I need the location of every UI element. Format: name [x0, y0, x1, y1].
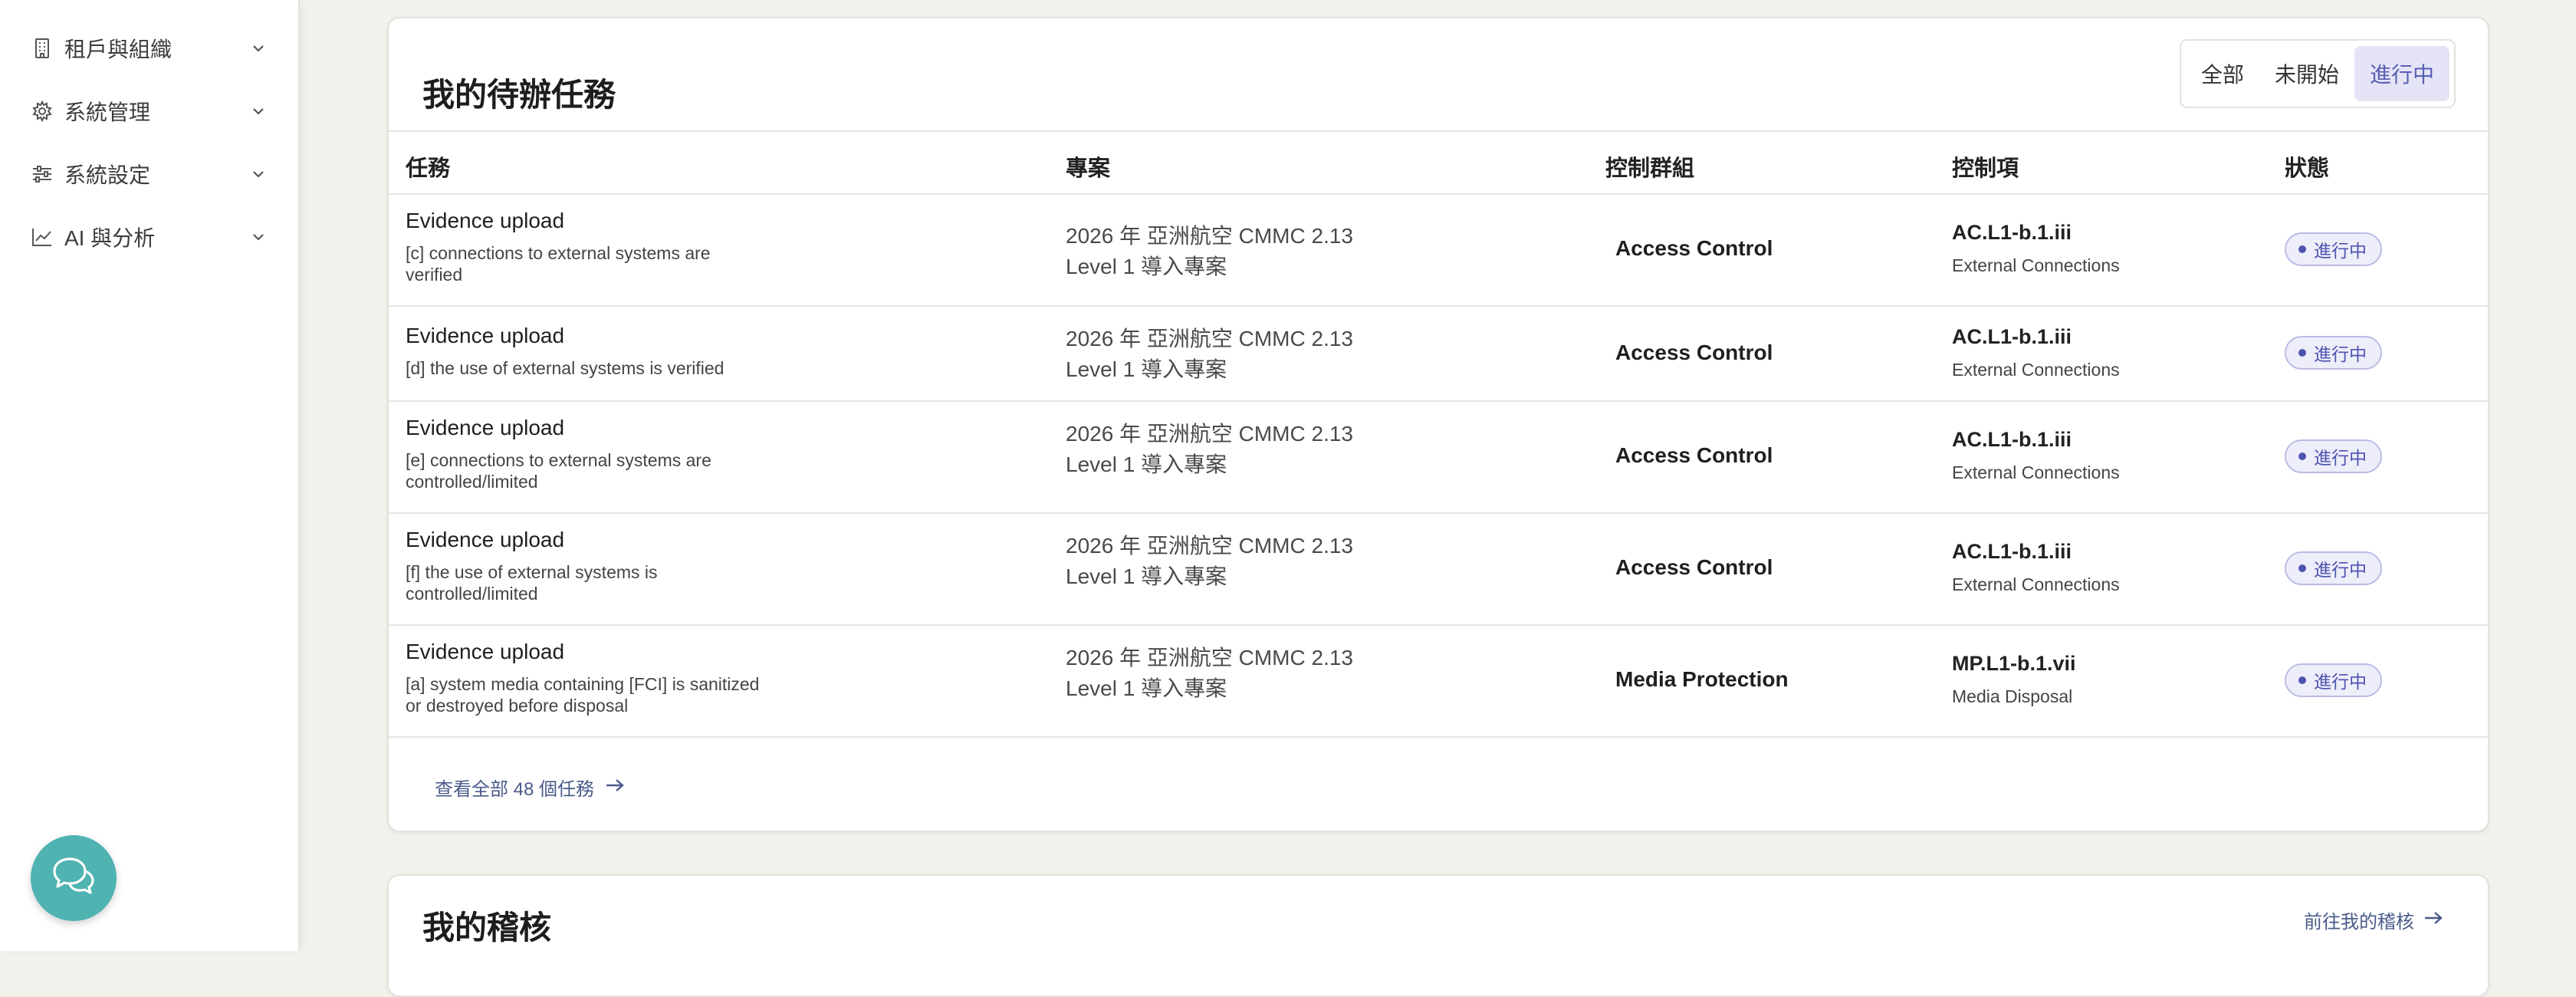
filter-in-progress[interactable]: 進行中: [2354, 46, 2450, 101]
project-name: 2026 年 亞洲航空 CMMC 2.13 Level 1 導入專案: [1066, 646, 1353, 700]
sidebar-item-label: AI 與分析: [64, 226, 156, 250]
sliders-icon: [31, 163, 54, 186]
table-row[interactable]: Evidence upload [a] system media contain…: [389, 626, 2488, 738]
status-badge: 進行中: [2285, 336, 2382, 370]
status-dot: [2298, 245, 2306, 253]
filter-not-started[interactable]: 未開始: [2259, 46, 2354, 101]
status-badge: 進行中: [2285, 232, 2382, 266]
column-header-control[interactable]: 控制項: [1952, 150, 2019, 183]
control-name: External Connections: [1952, 462, 2120, 482]
project-name: 2026 年 亞洲航空 CMMC 2.13 Level 1 導入專案: [1066, 224, 1353, 278]
control-code: AC.L1-b.1.iii: [1952, 325, 2072, 348]
chat-button[interactable]: [31, 835, 117, 921]
project-name: 2026 年 亞洲航空 CMMC 2.13 Level 1 導入專案: [1066, 534, 1353, 588]
task-description: [a] system media containing [FCI] is san…: [406, 674, 760, 716]
tasks-card-title: 我的待辦任務: [422, 77, 616, 113]
task-description: [d] the use of external systems is verif…: [406, 358, 724, 378]
control-code: MP.L1-b.1.vii: [1952, 652, 2076, 675]
control-group: Access Control: [1615, 236, 1773, 260]
arrow-right-icon: [2423, 910, 2443, 931]
table-row[interactable]: Evidence upload [f] the use of external …: [389, 514, 2488, 626]
go-to-audits-label: 前往我的稽核: [2304, 912, 2414, 933]
status-badge: 進行中: [2285, 551, 2382, 585]
go-to-audits-link[interactable]: 前往我的稽核: [2304, 907, 2443, 933]
status-dot: [2298, 452, 2306, 460]
task-title[interactable]: Evidence upload: [406, 640, 789, 664]
task-title[interactable]: Evidence upload: [406, 416, 789, 440]
audits-card: 我的稽核 前往我的稽核: [387, 874, 2489, 997]
sidebar-item-tenants[interactable]: 租戶與組織: [31, 25, 268, 71]
control-code: AC.L1-b.1.iii: [1952, 428, 2072, 451]
task-title[interactable]: Evidence upload: [406, 528, 789, 552]
building-icon: [31, 37, 54, 60]
filter-all[interactable]: 全部: [2186, 46, 2259, 101]
chart-line-icon: [31, 225, 54, 248]
status-dot: [2298, 564, 2306, 572]
task-description: [c] connections to external systems are v…: [406, 243, 711, 285]
control-code: AC.L1-b.1.iii: [1952, 221, 2072, 244]
chevron-down-icon: [248, 101, 268, 121]
sidebar-item-system-admin[interactable]: 系統管理: [31, 88, 268, 134]
sidebar: 租戶與組織 系統管理 系統設定 AI 與分析: [0, 0, 300, 951]
control-name: Media Disposal: [1952, 686, 2073, 706]
column-header-control-group[interactable]: 控制群組: [1605, 150, 1694, 183]
sidebar-item-label: 系統管理: [64, 100, 151, 124]
table-header: 任務 專案 控制群組 控制項 狀態: [389, 130, 2488, 195]
audits-card-title: 我的稽核: [422, 910, 552, 946]
chevron-down-icon: [248, 38, 268, 58]
task-description: [f] the use of external systems is contro…: [406, 562, 658, 604]
sidebar-item-system-settings[interactable]: 系統設定: [31, 151, 268, 197]
control-name: External Connections: [1952, 574, 2120, 594]
sidebar-item-ai-analytics[interactable]: AI 與分析: [31, 214, 268, 260]
chat-bubbles-icon: [51, 856, 96, 901]
task-description: [e] connections to external systems are c…: [406, 450, 711, 492]
table-row[interactable]: Evidence upload [e] connections to exter…: [389, 402, 2488, 514]
status-badge: 進行中: [2285, 439, 2382, 473]
chevron-down-icon: [248, 227, 268, 247]
status-dot: [2298, 349, 2306, 357]
task-title[interactable]: Evidence upload: [406, 209, 789, 233]
chevron-down-icon: [248, 164, 268, 184]
control-group: Media Protection: [1615, 667, 1789, 691]
column-header-project[interactable]: 專案: [1066, 150, 1110, 183]
task-title[interactable]: Evidence upload: [406, 324, 789, 348]
status-filter: 全部 未開始 進行中: [2179, 39, 2456, 108]
control-group: Access Control: [1615, 341, 1773, 364]
tasks-card: 我的待辦任務 全部 未開始 進行中 任務 專案 控制群組 控制項 狀態 Evid…: [387, 17, 2489, 832]
status-dot: [2298, 676, 2306, 684]
table-row[interactable]: Evidence upload [c] connections to exter…: [389, 195, 2488, 307]
view-all-tasks-label: 查看全部 48 個任務: [435, 779, 595, 800]
project-name: 2026 年 亞洲航空 CMMC 2.13 Level 1 導入專案: [1066, 422, 1353, 476]
status-badge: 進行中: [2285, 663, 2382, 697]
project-name: 2026 年 亞洲航空 CMMC 2.13 Level 1 導入專案: [1066, 327, 1353, 381]
control-group: Access Control: [1615, 555, 1773, 579]
control-name: External Connections: [1952, 255, 2120, 275]
table-row[interactable]: Evidence upload [d] the use of external …: [389, 307, 2488, 402]
arrow-right-icon: [605, 777, 625, 798]
control-code: AC.L1-b.1.iii: [1952, 540, 2072, 563]
view-all-tasks-link[interactable]: 查看全部 48 個任務: [435, 774, 625, 801]
gear-icon: [31, 100, 54, 123]
sidebar-item-label: 系統設定: [64, 163, 151, 187]
control-group: Access Control: [1615, 443, 1773, 467]
sidebar-item-label: 租戶與組織: [64, 38, 172, 61]
control-name: External Connections: [1952, 360, 2120, 380]
column-header-task[interactable]: 任務: [406, 150, 450, 183]
column-header-status[interactable]: 狀態: [2285, 150, 2329, 183]
